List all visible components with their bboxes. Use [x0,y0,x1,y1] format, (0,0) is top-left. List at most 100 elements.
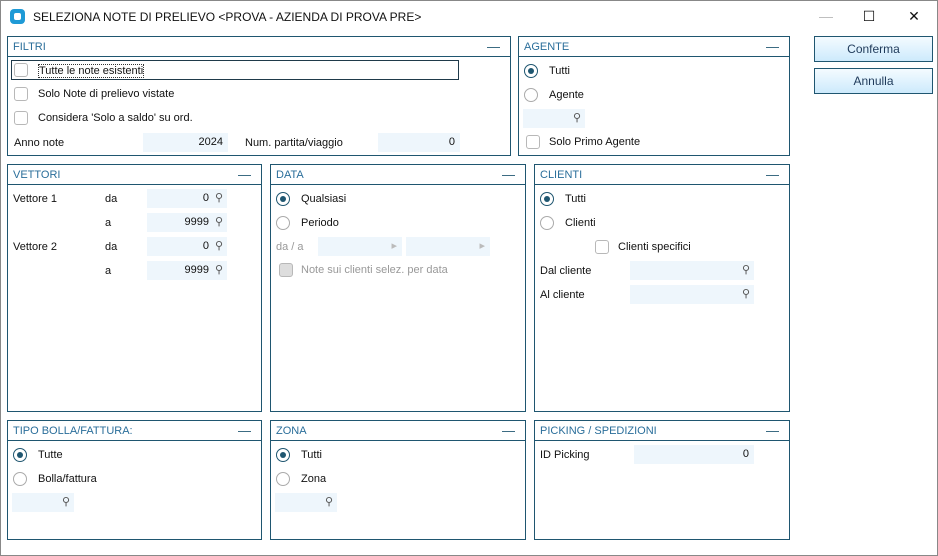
value: 0 [202,192,209,204]
search-icon[interactable]: ⚲ [215,237,223,256]
search-icon[interactable]: ⚲ [215,261,223,280]
collapse-icon[interactable]: — [502,421,515,441]
date-any-label: Qualsiasi [301,193,347,205]
clients-panel: CLIENTI — Tutti Clienti Clienti specifici… [534,164,790,412]
clients-radio[interactable] [540,216,554,230]
batch-label: Num. partita/viaggio [245,137,343,149]
consider-balance-checkbox[interactable] [14,111,28,125]
date-from-input[interactable]: ▸ [318,237,402,256]
from-label: da [105,193,118,205]
agent-all-radio[interactable] [524,64,538,78]
maximize-button[interactable]: ☐ [854,5,884,27]
collapse-icon[interactable]: — [502,165,515,185]
collapse-icon[interactable]: — [238,421,251,441]
to-label: a [105,265,112,277]
agent-label: Agente [549,89,584,101]
value: 9999 [184,264,209,276]
from-client-input[interactable]: ⚲ [630,261,754,280]
date-panel: DATA — Qualsiasi Periodo da / a ▸ ▸ Note … [270,164,526,412]
type-input[interactable]: ⚲ [12,493,74,512]
clients-all-radio[interactable] [540,192,554,206]
agent-radio[interactable] [524,88,538,102]
search-icon[interactable]: ⚲ [215,189,223,208]
panel-title: ZONA [276,425,307,437]
agent-all-label: Tutti [549,65,570,77]
zone-radio[interactable] [276,472,290,486]
clients-label: Clienti [565,217,596,229]
zone-panel: ZONA — Tutti Zona ⚲ [270,420,526,540]
type-bolla-radio[interactable] [13,472,27,486]
confirm-button[interactable]: Conferma [814,36,933,62]
date-range-label: da / a [276,241,304,253]
year-label: Anno note [14,137,65,149]
agent-input[interactable]: ⚲ [523,109,585,128]
doc-type-panel: TIPO BOLLA/FATTURA: — Tutte Bolla/fattura… [7,420,262,540]
search-icon[interactable]: ⚲ [742,261,750,280]
date-any-radio[interactable] [276,192,290,206]
panel-title: FILTRI [13,41,46,53]
carrier1-from-input[interactable]: 0 ⚲ [147,189,227,208]
panel-title: DATA [276,169,304,181]
clients-all-label: Tutti [565,193,586,205]
batch-input[interactable]: 0 [378,133,460,152]
all-notes-label: Tutte le note esistenti [38,64,145,78]
panel-title: PICKING / SPEDIZIONI [540,425,657,437]
to-client-label: Al cliente [540,289,585,301]
first-agent-label: Solo Primo Agente [549,136,641,148]
cancel-button[interactable]: Annulla [814,68,933,94]
carrier2-to-input[interactable]: 9999 ⚲ [147,261,227,280]
first-agent-checkbox[interactable] [526,135,540,149]
specific-clients-label: Clienti specifici [618,241,691,253]
carrier1-to-input[interactable]: 9999 ⚲ [147,213,227,232]
panel-title: AGENTE [524,41,570,53]
date-period-label: Periodo [301,217,339,229]
to-label: a [105,217,112,229]
close-button[interactable]: ✕ [899,5,929,27]
date-to-input[interactable]: ▸ [406,237,490,256]
search-icon[interactable]: ⚲ [62,493,70,512]
agent-panel: AGENTE — Tutti Agente ⚲ Solo Primo Agente [518,36,790,156]
minimize-button[interactable]: — [811,5,841,27]
by-date-checkbox[interactable] [279,263,293,277]
collapse-icon[interactable]: — [766,421,779,441]
by-date-label: Note sui clienti selez. per data [301,264,448,276]
app-icon [10,9,25,24]
picking-panel: PICKING / SPEDIZIONI — ID Picking 0 [534,420,790,540]
to-client-input[interactable]: ⚲ [630,285,754,304]
zone-all-radio[interactable] [276,448,290,462]
date-period-radio[interactable] [276,216,290,230]
type-all-label: Tutte [38,449,63,461]
value: 0 [202,240,209,252]
picking-id-label: ID Picking [540,449,590,461]
collapse-icon[interactable]: — [766,165,779,185]
collapse-icon[interactable]: — [238,165,251,185]
only-viewed-label: Solo Note di prelievo vistate [38,88,175,100]
panel-title: TIPO BOLLA/FATTURA: [13,425,133,437]
search-icon[interactable]: ⚲ [325,493,333,512]
from-label: da [105,241,118,253]
collapse-icon[interactable]: — [766,37,779,57]
type-all-radio[interactable] [13,448,27,462]
carriers-panel: VETTORI — Vettore 1 da 0 ⚲ a 9999 ⚲ Vettore… [7,164,262,412]
specific-clients-checkbox[interactable] [595,240,609,254]
panel-title: VETTORI [13,169,61,181]
all-notes-checkbox[interactable] [14,63,28,77]
panel-title: CLIENTI [540,169,583,181]
zone-label: Zona [301,473,327,485]
value: 9999 [184,216,209,228]
filters-panel: FILTRI — Tutte le note esistenti Solo Not… [7,36,511,156]
type-bolla-label: Bolla/fattura [38,473,97,485]
year-input[interactable]: 2024 [143,133,228,152]
window-title: SELEZIONA NOTE DI PRELIEVO <PROVA - AZIE… [33,10,422,24]
carrier2-from-input[interactable]: 0 ⚲ [147,237,227,256]
carrier2-label: Vettore 2 [13,241,58,253]
search-icon[interactable]: ⚲ [742,285,750,304]
search-icon[interactable]: ⚲ [215,213,223,232]
only-viewed-checkbox[interactable] [14,87,28,101]
zone-input[interactable]: ⚲ [275,493,337,512]
from-client-label: Dal cliente [540,265,592,277]
picking-id-input[interactable]: 0 [634,445,754,464]
search-icon[interactable]: ⚲ [573,109,581,128]
collapse-icon[interactable]: — [487,37,500,57]
consider-balance-label: Considera 'Solo a saldo' su ord. [38,112,193,124]
